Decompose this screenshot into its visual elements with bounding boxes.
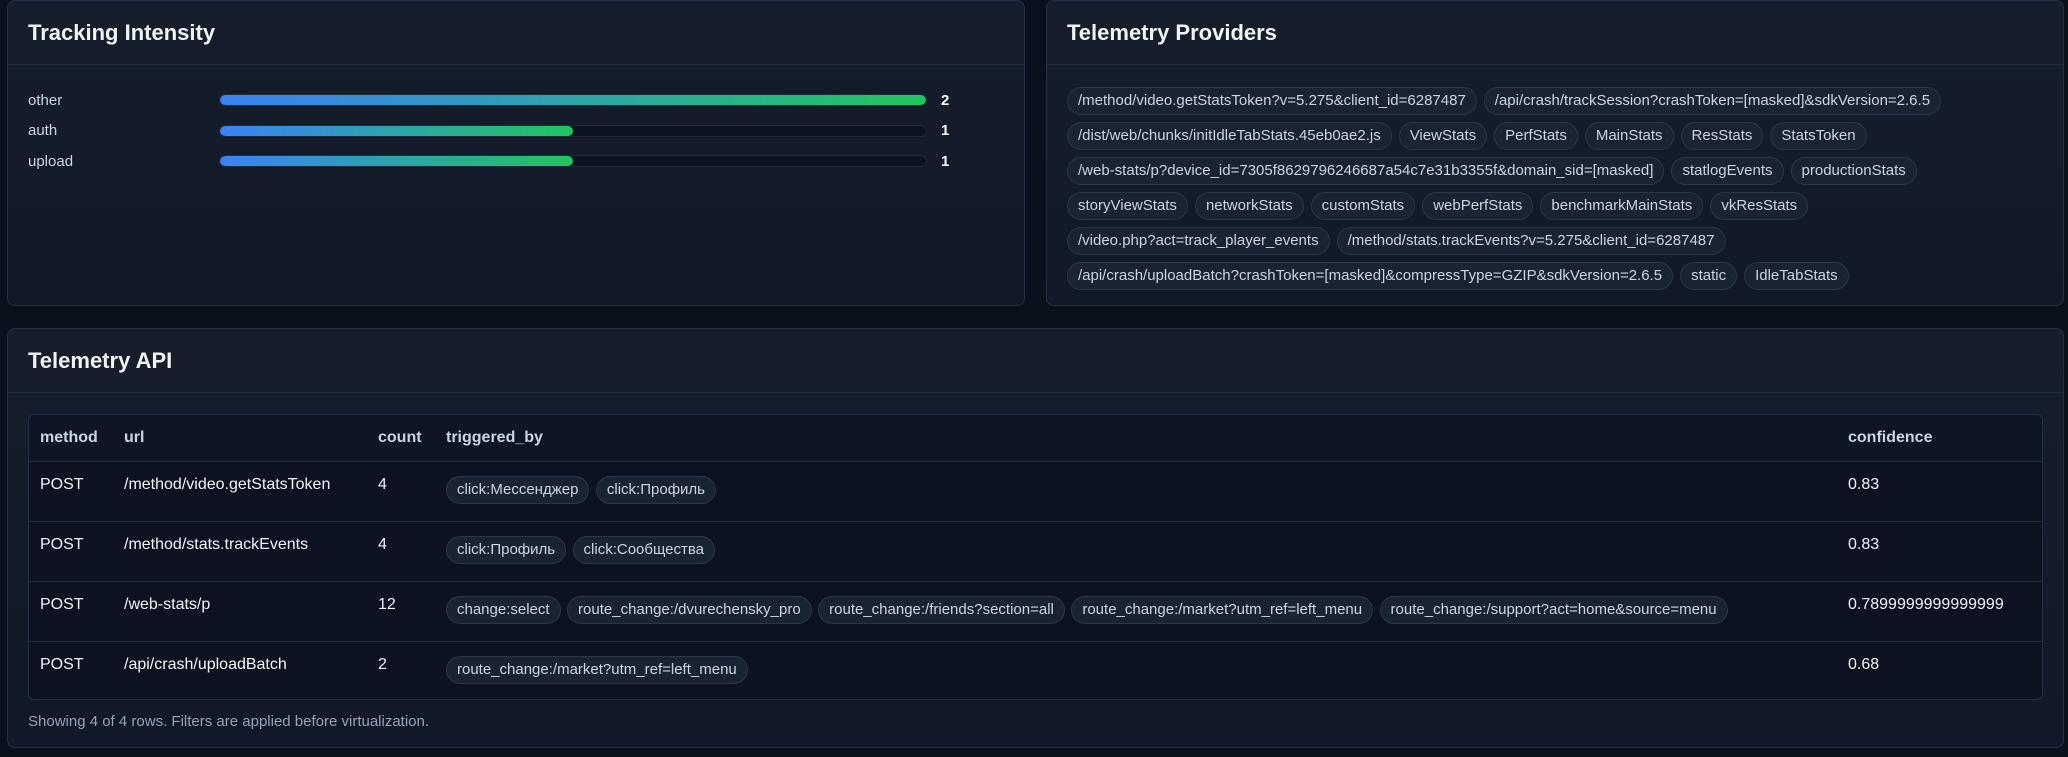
provider-chip: /web-stats/p?device_id=7305f862979624668… [1067, 157, 1665, 185]
table-header-row: method url count triggered_by confidence [29, 415, 2042, 462]
bar-fill [220, 95, 926, 106]
provider-chip: IdleTabStats [1744, 262, 1849, 290]
table-body: POST/method/video.getStatsToken 4 click:Ме… [29, 461, 2042, 699]
bar-value: 1 [941, 122, 950, 140]
panel-title: Tracking Intensity [28, 19, 216, 45]
cell-url: /web-stats/p [113, 581, 367, 642]
provider-chip: static [1680, 262, 1738, 290]
provider-chip: storyViewStats [1067, 192, 1188, 220]
provider-chip: networkStats [1194, 192, 1304, 220]
bar-fill [220, 156, 573, 167]
provider-chip: ViewStats [1398, 122, 1488, 150]
cell-count: 12 [367, 581, 435, 642]
provider-chip: customStats [1310, 192, 1416, 220]
intensity-bar-row: auth 1 [28, 116, 1004, 147]
provider-chip: productionStats [1790, 157, 1917, 185]
provider-chip: webPerfStats [1422, 192, 1534, 220]
trigger-chip: click:Профиль [446, 535, 567, 564]
panel-header: Telemetry API [8, 329, 2063, 393]
panel-header: Tracking Intensity [8, 1, 1024, 65]
provider-chip: StatsToken [1770, 122, 1867, 150]
provider-chip-list: /method/video.getStatsToken?v=5.275&clie… [1047, 65, 2063, 290]
bar-track [219, 155, 927, 168]
provider-chip: /method/stats.trackEvents?v=5.275&client… [1336, 227, 1726, 255]
cell-triggered-by: route_change:/market?utm_ref=left_menu [435, 641, 1837, 699]
column-header-method[interactable]: method [29, 415, 113, 462]
cell-confidence: 0.7899999999999999 [1837, 581, 2042, 642]
provider-chip: ResStats [1680, 122, 1764, 150]
bar-fill [220, 125, 573, 136]
tracking-intensity-panel: Tracking Intensity other 2 auth 1 upload 1 [7, 0, 1025, 306]
bar-label: upload [28, 152, 74, 170]
panel-header: Telemetry Providers [1047, 1, 2063, 65]
bar-value: 1 [941, 152, 950, 170]
provider-chip: /api/crash/trackSession?crashToken=[mask… [1483, 87, 1942, 115]
provider-chip: PerfStats [1494, 122, 1578, 150]
intensity-bar-row: other 2 [28, 85, 1004, 116]
cell-url: /method/video.getStatsToken [113, 461, 367, 522]
bar-track [219, 94, 927, 107]
intensity-bar-row: upload 1 [28, 146, 1004, 177]
provider-chip: benchmarkMainStats [1540, 192, 1704, 220]
cell-url: /api/crash/uploadBatch [124, 655, 287, 673]
cell-method: POST [29, 461, 113, 522]
intensity-bars: other 2 auth 1 upload 1 [8, 65, 1024, 177]
cell-method: POST [40, 655, 84, 673]
telemetry-providers-panel: Telemetry Providers /method/video.getSta… [1046, 0, 2064, 306]
telemetry-api-panel: Telemetry API method url count triggered… [7, 328, 2064, 748]
bar-value: 2 [941, 91, 950, 109]
cell-count: 4 [367, 461, 435, 522]
cell-triggered-by: change:select route_change:/dvurechensky… [435, 581, 1837, 642]
bar-label: other [28, 91, 63, 109]
cell-confidence: 0.83 [1837, 461, 2042, 522]
trigger-chip: route_change:/friends?section=all [818, 595, 1065, 624]
provider-chip: statlogEvents [1671, 157, 1784, 185]
trigger-chip: route_change:/market?utm_ref=left_menu [1071, 595, 1374, 624]
panel-title: Telemetry Providers [1067, 19, 1277, 45]
bar-track [219, 124, 927, 137]
trigger-chip: click:Сообщества [572, 535, 716, 564]
api-table: method url count triggered_by confidence… [29, 415, 2042, 699]
bar-label: auth [28, 122, 58, 140]
provider-chip: /method/video.getStatsToken?v=5.275&clie… [1067, 87, 1477, 115]
column-header-confidence[interactable]: confidence [1837, 415, 2042, 462]
trigger-chip: route_change:/market?utm_ref=left_menu [446, 655, 748, 684]
table-row[interactable]: POST/web-stats/p 12 change:select route_ch… [29, 581, 2042, 642]
cell-confidence: 0.68 [1848, 655, 1880, 673]
column-header-url[interactable]: url [113, 415, 367, 462]
cell-url: /method/stats.trackEvents [113, 521, 367, 582]
trigger-chip: click:Мессенджер [446, 475, 590, 504]
provider-chip: /dist/web/chunks/initIdleTabStats.45eb0a… [1067, 122, 1392, 150]
cell-triggered-by: click:Мессенджер click:Профиль [435, 461, 1837, 522]
panel-title: Telemetry API [28, 347, 173, 373]
table-row[interactable]: POST/api/crash/uploadBatch 2 route_change:… [29, 641, 2042, 699]
trigger-chip: click:Профиль [595, 475, 716, 504]
provider-chip: MainStats [1584, 122, 1674, 150]
cell-triggered-by: click:Профиль click:Сообщества [435, 521, 1837, 582]
column-header-triggered-by[interactable]: triggered_by [435, 415, 1837, 462]
api-table-container[interactable]: method url count triggered_by confidence… [28, 414, 2043, 700]
trigger-chip: route_change:/dvurechensky_pro [567, 595, 812, 624]
provider-chip: /api/crash/uploadBatch?crashToken=[maske… [1067, 262, 1674, 290]
trigger-chip: change:select [446, 595, 561, 624]
provider-chip: /video.php?act=track_player_events [1067, 227, 1330, 255]
cell-confidence: 0.83 [1837, 521, 2042, 582]
cell-count: 2 [378, 655, 387, 673]
table-row[interactable]: POST/method/video.getStatsToken 4 click:Ме… [29, 461, 2042, 522]
table-row[interactable]: POST/method/stats.trackEvents 4 click:Проф… [29, 521, 2042, 582]
trigger-chip: route_change:/support?act=home&source=me… [1379, 595, 1728, 624]
cell-method: POST [29, 521, 113, 582]
table-footer-note: Showing 4 of 4 rows. Filters are applied… [28, 713, 430, 730]
provider-chip: vkResStats [1710, 192, 1809, 220]
cell-method: POST [29, 581, 113, 642]
cell-count: 4 [367, 521, 435, 582]
column-header-count[interactable]: count [367, 415, 435, 462]
